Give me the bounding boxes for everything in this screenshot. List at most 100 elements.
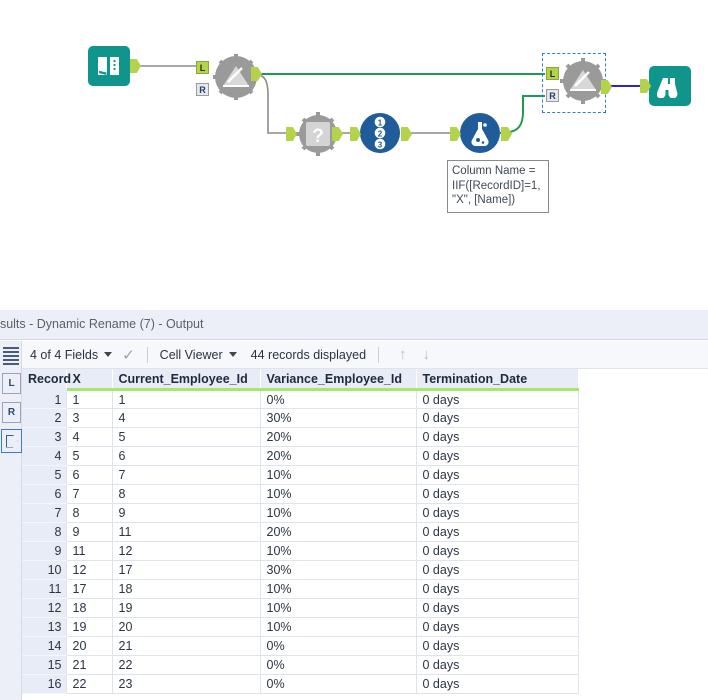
table-cell[interactable]: 21 — [112, 637, 260, 656]
table-cell[interactable]: 0 days — [416, 428, 578, 447]
table-cell[interactable]: 0% — [260, 637, 416, 656]
cell-record-number[interactable]: 3 — [22, 428, 66, 447]
table-cell[interactable]: 11 — [112, 523, 260, 542]
table-cell[interactable]: 10% — [260, 580, 416, 599]
table-cell[interactable]: 12 — [66, 561, 112, 580]
table-cell[interactable]: 19 — [112, 599, 260, 618]
table-cell[interactable]: 18 — [112, 580, 260, 599]
rail-input-l[interactable]: L — [2, 373, 21, 394]
cell-record-number[interactable]: 4 — [22, 447, 66, 466]
table-row[interactable]: 56710%0 days — [22, 466, 578, 485]
column-header-record[interactable]: Record — [22, 369, 66, 390]
table-cell[interactable]: 3 — [66, 409, 112, 428]
table-cell[interactable]: 11 — [66, 542, 112, 561]
rail-output-selected[interactable] — [1, 429, 22, 453]
table-cell[interactable]: 17 — [66, 580, 112, 599]
column-header-x[interactable]: X — [66, 369, 112, 390]
table-cell[interactable]: 8 — [112, 485, 260, 504]
table-cell[interactable]: 10% — [260, 485, 416, 504]
cell-record-number[interactable]: 11 — [22, 580, 66, 599]
table-cell[interactable]: 23 — [112, 675, 260, 694]
view-mode-selector[interactable]: Cell Viewer — [160, 348, 237, 362]
table-cell[interactable]: 10% — [260, 504, 416, 523]
table-cell[interactable]: 7 — [66, 485, 112, 504]
cell-record-number[interactable]: 2 — [22, 409, 66, 428]
scroll-up-button[interactable]: ↑ — [399, 346, 407, 363]
table-cell[interactable]: 7 — [112, 466, 260, 485]
cell-record-number[interactable]: 14 — [22, 637, 66, 656]
table-row[interactable]: 1110%0 days — [22, 390, 578, 409]
table-cell[interactable]: 0 days — [416, 409, 578, 428]
table-cell[interactable]: 0 days — [416, 656, 578, 675]
node-input-data[interactable] — [88, 46, 130, 86]
table-row[interactable]: 45620%0 days — [22, 447, 578, 466]
table-cell[interactable]: 17 — [112, 561, 260, 580]
table-cell[interactable]: 0 days — [416, 580, 578, 599]
table-cell[interactable]: 0 days — [416, 447, 578, 466]
table-cell[interactable]: 4 — [112, 409, 260, 428]
chevron-down-icon[interactable] — [229, 352, 237, 357]
cell-record-number[interactable]: 12 — [22, 599, 66, 618]
table-cell[interactable]: 20% — [260, 523, 416, 542]
table-cell[interactable]: 6 — [112, 447, 260, 466]
grid-view-icon[interactable] — [3, 347, 19, 365]
table-row[interactable]: 891120%0 days — [22, 523, 578, 542]
table-cell[interactable]: 0 days — [416, 675, 578, 694]
table-cell[interactable]: 0 days — [416, 466, 578, 485]
table-row[interactable]: 1420210%0 days — [22, 637, 578, 656]
table-cell[interactable]: 5 — [112, 428, 260, 447]
column-header-termination-date[interactable]: Termination_Date — [416, 369, 578, 390]
table-cell[interactable]: 20% — [260, 428, 416, 447]
table-cell[interactable]: 30% — [260, 561, 416, 580]
table-cell[interactable]: 22 — [112, 656, 260, 675]
table-cell[interactable]: 10% — [260, 542, 416, 561]
table-row[interactable]: 23430%0 days — [22, 409, 578, 428]
table-cell[interactable]: 0 days — [416, 561, 578, 580]
node-formula[interactable] — [452, 113, 500, 153]
column-header-current-employee-id[interactable]: Current_Employee_Id — [112, 369, 260, 390]
table-row[interactable]: 1622230%0 days — [22, 675, 578, 694]
table-cell[interactable]: 0 days — [416, 599, 578, 618]
node-dynamic-rename-7[interactable]: L R — [546, 57, 607, 110]
cell-record-number[interactable]: 15 — [22, 656, 66, 675]
input-port-r-label[interactable]: R — [196, 83, 209, 96]
table-cell[interactable]: 20% — [260, 447, 416, 466]
node-record-id[interactable]: 1 2 3 — [352, 113, 400, 153]
table-cell[interactable]: 0% — [260, 656, 416, 675]
cell-record-number[interactable]: 7 — [22, 504, 66, 523]
table-cell[interactable]: 0 days — [416, 542, 578, 561]
cell-record-number[interactable]: 5 — [22, 466, 66, 485]
fields-selector[interactable]: 4 of 4 Fields — [30, 348, 112, 362]
table-cell[interactable]: 9 — [66, 523, 112, 542]
table-cell[interactable]: 6 — [66, 466, 112, 485]
rail-input-r[interactable]: R — [2, 402, 21, 423]
table-cell[interactable]: 0 days — [416, 523, 578, 542]
table-cell[interactable]: 19 — [66, 618, 112, 637]
table-row[interactable]: 34520%0 days — [22, 428, 578, 447]
table-row[interactable]: 11171810%0 days — [22, 580, 578, 599]
node-browse[interactable] — [640, 66, 691, 106]
input-port-l-label[interactable]: L — [196, 61, 209, 74]
table-cell[interactable]: 20 — [112, 618, 260, 637]
check-icon[interactable]: ✓ — [122, 346, 135, 364]
workflow-canvas[interactable]: L R — [0, 0, 708, 310]
table-cell[interactable]: 10% — [260, 618, 416, 637]
table-cell[interactable]: 20 — [66, 637, 112, 656]
cell-record-number[interactable]: 16 — [22, 675, 66, 694]
table-cell[interactable]: 4 — [66, 428, 112, 447]
table-cell[interactable]: 0% — [260, 390, 416, 409]
table-row[interactable]: 9111210%0 days — [22, 542, 578, 561]
cell-record-number[interactable]: 10 — [22, 561, 66, 580]
table-cell[interactable]: 0 days — [416, 504, 578, 523]
node-unconfigured-tool[interactable]: ? — [288, 112, 342, 161]
results-table-container[interactable]: Record X Current_Employee_Id Variance_Em… — [22, 369, 578, 694]
node-dynamic-rename-1[interactable]: L R — [200, 53, 262, 106]
table-cell[interactable]: 5 — [66, 447, 112, 466]
cell-record-number[interactable]: 1 — [22, 390, 66, 409]
table-cell[interactable]: 22 — [66, 675, 112, 694]
table-row[interactable]: 13192010%0 days — [22, 618, 578, 637]
table-cell[interactable]: 0 days — [416, 618, 578, 637]
input-port-r-label[interactable]: R — [546, 89, 559, 102]
table-row[interactable]: 78910%0 days — [22, 504, 578, 523]
table-cell[interactable]: 1 — [112, 390, 260, 409]
